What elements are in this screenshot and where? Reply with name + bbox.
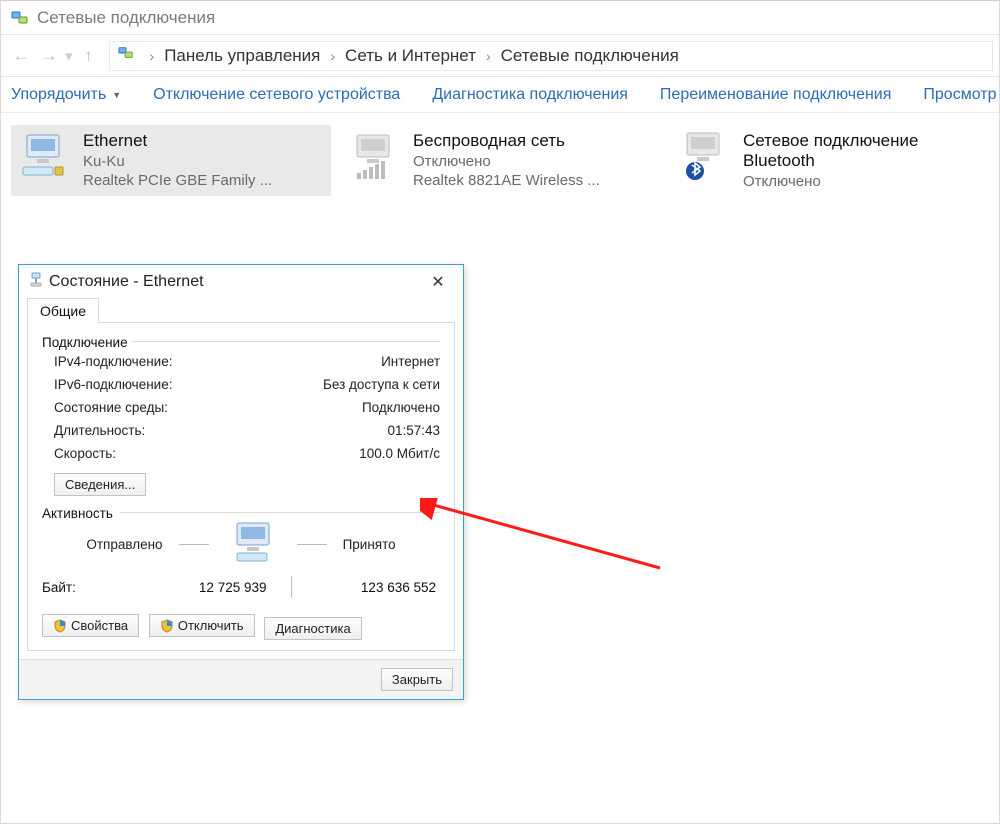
ipv4-value: Интернет	[381, 354, 440, 369]
connection-item-wifi[interactable]: Беспроводная сеть Отключено Realtek 8821…	[341, 125, 661, 196]
activity-computer-icon	[225, 521, 281, 568]
network-connections-icon	[118, 45, 134, 66]
group-connection-label: Подключение	[42, 335, 128, 350]
bytes-label: Байт:	[42, 580, 122, 595]
chevron-right-icon[interactable]: ›	[486, 48, 491, 64]
network-status-icon	[29, 272, 43, 293]
connection-status: Отключено	[743, 173, 945, 190]
nav-up-button[interactable]: ↑	[75, 42, 103, 70]
breadcrumb-item[interactable]: Сеть и Интернет	[345, 46, 476, 66]
sent-label: Отправлено	[86, 537, 162, 552]
connections-list: Ethernet Ku-Ku Realtek PCIe GBE Family .…	[1, 113, 999, 208]
dialog-titlebar[interactable]: Состояние - Ethernet ✕	[19, 265, 463, 299]
connection-name: Ethernet	[83, 131, 272, 151]
ipv6-label: IPv6-подключение:	[54, 377, 172, 392]
uac-shield-icon	[160, 619, 174, 633]
diagnose-button[interactable]: Диагностика	[264, 617, 361, 640]
media-state-label: Состояние среды:	[54, 400, 168, 415]
toolbar-disable-device[interactable]: Отключение сетевого устройства	[153, 86, 400, 104]
breadcrumb[interactable]: › Панель управления › Сеть и Интернет › …	[109, 41, 993, 71]
speed-value: 100.0 Мбит/с	[359, 446, 440, 461]
details-button[interactable]: Сведения...	[54, 473, 146, 496]
tab-general[interactable]: Общие	[27, 298, 99, 323]
ethernet-status-dialog: Состояние - Ethernet ✕ Общие Подключение…	[18, 264, 464, 700]
duration-label: Длительность:	[54, 423, 145, 438]
bluetooth-adapter-icon	[677, 131, 733, 181]
chevron-right-icon[interactable]: ›	[330, 48, 335, 64]
window-title: Сетевые подключения	[37, 8, 215, 28]
dialog-tabs: Общие	[19, 297, 463, 322]
network-connections-icon	[11, 9, 29, 27]
dialog-title: Состояние - Ethernet	[49, 273, 204, 291]
close-button[interactable]: ✕	[423, 272, 453, 292]
window-titlebar: Сетевые подключения	[1, 1, 999, 35]
tab-content: Подключение IPv4-подключение: Интернет IP…	[27, 322, 455, 651]
close-dialog-button[interactable]: Закрыть	[381, 668, 453, 691]
speed-label: Скорость:	[54, 446, 116, 461]
ipv4-label: IPv4-подключение:	[54, 354, 172, 369]
media-state-value: Подключено	[362, 400, 440, 415]
chevron-right-icon[interactable]: ›	[150, 48, 155, 64]
chevron-down-icon: ▼	[112, 90, 121, 100]
wifi-adapter-disabled-icon	[347, 131, 403, 181]
ipv6-value: Без доступа к сети	[323, 377, 440, 392]
activity-diagram: Отправлено Принято	[42, 521, 440, 568]
uac-shield-icon	[53, 619, 67, 633]
bytes-sent-value: 12 725 939	[122, 580, 291, 595]
command-toolbar: Упорядочить▼ Отключение сетевого устройс…	[1, 77, 999, 113]
nav-back-button[interactable]: ←	[7, 42, 35, 70]
nav-forward-button[interactable]: →	[35, 42, 63, 70]
connection-device: Realtek 8821AE Wireless ...	[413, 172, 600, 189]
connection-name: Беспроводная сеть	[413, 131, 600, 151]
toolbar-organize[interactable]: Упорядочить▼	[11, 86, 121, 104]
received-label: Принято	[343, 537, 396, 552]
duration-value: 01:57:43	[387, 423, 440, 438]
connection-item-bluetooth[interactable]: Сетевое подключение Bluetooth Отключено	[671, 125, 951, 196]
group-activity-label: Активность	[42, 506, 113, 521]
properties-button[interactable]: Свойства	[42, 614, 139, 637]
bytes-received-value: 123 636 552	[292, 580, 441, 595]
nav-history-dropdown[interactable]: ▾	[65, 47, 73, 65]
connection-item-ethernet[interactable]: Ethernet Ku-Ku Realtek PCIe GBE Family .…	[11, 125, 331, 196]
connection-status: Ku-Ku	[83, 153, 272, 170]
disable-button[interactable]: Отключить	[149, 614, 255, 637]
address-bar: ← → ▾ ↑ › Панель управления › Сеть и Инт…	[1, 35, 999, 77]
toolbar-view[interactable]: Просмотр	[923, 86, 996, 104]
toolbar-rename[interactable]: Переименование подключения	[660, 86, 891, 104]
connection-status: Отключено	[413, 153, 600, 170]
toolbar-diagnose[interactable]: Диагностика подключения	[432, 86, 628, 104]
breadcrumb-item[interactable]: Сетевые подключения	[501, 46, 679, 66]
breadcrumb-item[interactable]: Панель управления	[164, 46, 320, 66]
connection-name: Сетевое подключение Bluetooth	[743, 131, 945, 171]
ethernet-adapter-icon	[17, 131, 73, 181]
connection-device: Realtek PCIe GBE Family ...	[83, 172, 272, 189]
